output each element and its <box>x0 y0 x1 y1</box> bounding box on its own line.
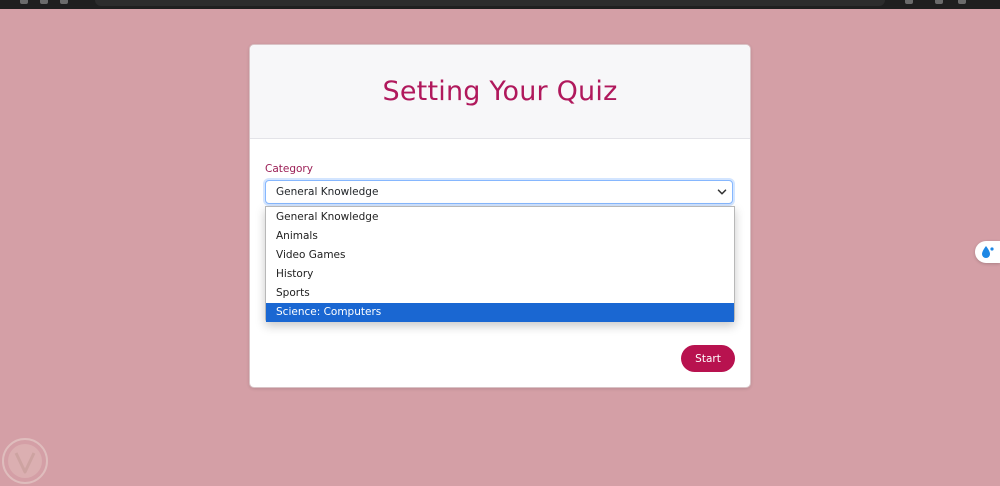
shield-logo-icon <box>2 438 48 484</box>
dropdown-option[interactable]: Sports <box>266 284 734 303</box>
page-title: Setting Your Quiz <box>382 76 618 107</box>
browser-nav-icon[interactable] <box>20 0 28 4</box>
browser-menu-icon[interactable] <box>935 0 943 4</box>
start-button[interactable]: Start <box>681 345 735 372</box>
browser-toolbar <box>0 0 1000 9</box>
dropdown-option-highlighted[interactable]: Science: Computers <box>266 303 734 322</box>
browser-menu-icon[interactable] <box>958 0 966 4</box>
category-dropdown-list: General Knowledge Animals Video Games Hi… <box>265 206 735 322</box>
browser-nav-icon[interactable] <box>40 0 48 4</box>
card-header: Setting Your Quiz <box>250 45 750 139</box>
chevron-down-icon <box>717 189 727 195</box>
browser-nav-icon[interactable] <box>60 0 68 4</box>
browser-menu-icon[interactable] <box>905 0 913 4</box>
water-drop-icon <box>982 246 994 258</box>
address-bar[interactable] <box>95 0 885 6</box>
category-select[interactable]: General Knowledge <box>265 180 733 204</box>
dropdown-option[interactable]: History <box>266 265 734 284</box>
quiz-settings-card: Setting Your Quiz Category General Knowl… <box>249 44 751 388</box>
category-selected-value: General Knowledge <box>276 186 379 198</box>
dropdown-option[interactable]: Video Games <box>266 246 734 265</box>
dropdown-option[interactable]: Animals <box>266 227 734 246</box>
category-label: Category <box>265 163 313 175</box>
dropdown-option[interactable]: General Knowledge <box>266 208 734 227</box>
extension-tab[interactable] <box>975 241 1000 263</box>
